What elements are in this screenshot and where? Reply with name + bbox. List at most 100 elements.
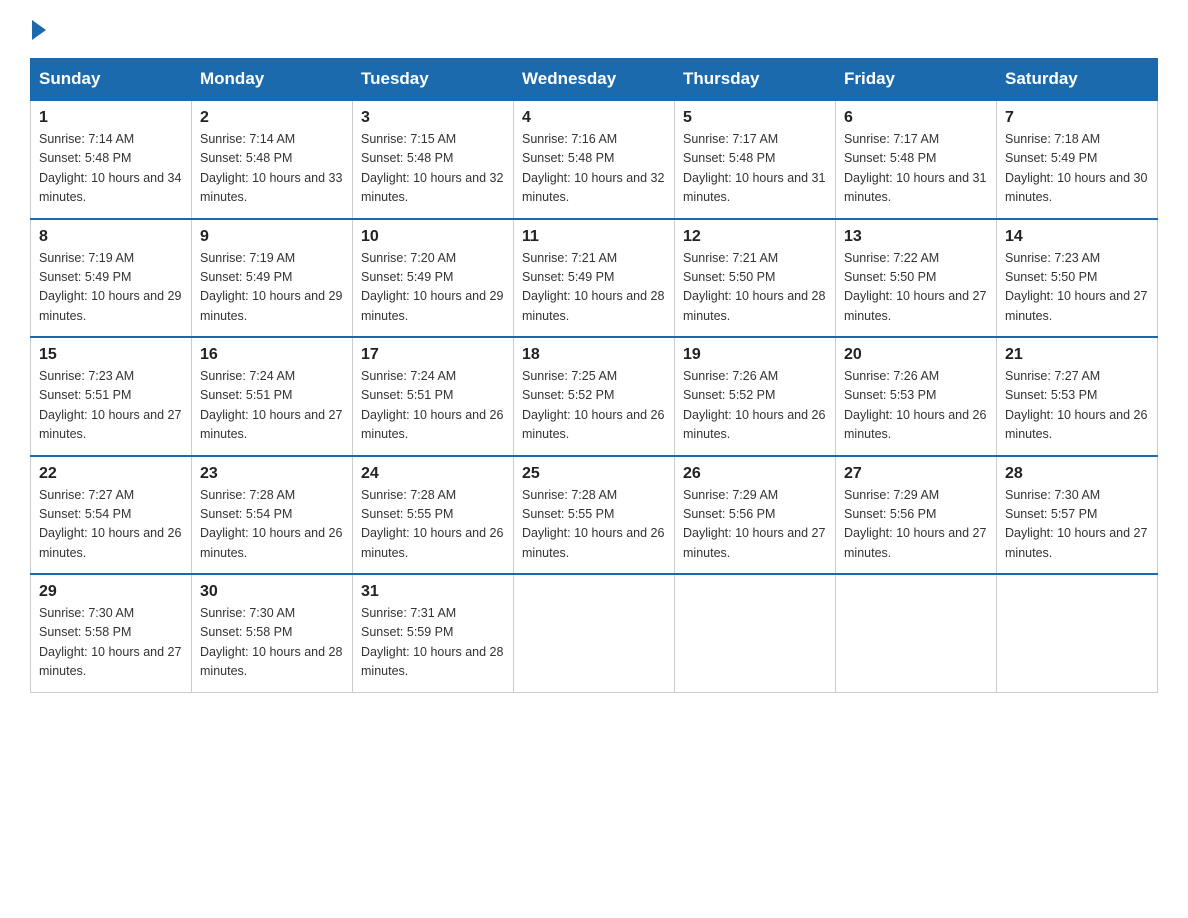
day-number: 11 (522, 228, 666, 246)
day-number: 31 (361, 583, 505, 601)
day-number: 19 (683, 346, 827, 364)
day-number: 25 (522, 465, 666, 483)
day-info: Sunrise: 7:14 AMSunset: 5:48 PMDaylight:… (39, 132, 181, 204)
day-info: Sunrise: 7:17 AMSunset: 5:48 PMDaylight:… (844, 132, 986, 204)
day-info: Sunrise: 7:19 AMSunset: 5:49 PMDaylight:… (39, 251, 181, 323)
day-info: Sunrise: 7:20 AMSunset: 5:49 PMDaylight:… (361, 251, 503, 323)
day-number: 4 (522, 109, 666, 127)
day-number: 23 (200, 465, 344, 483)
day-info: Sunrise: 7:26 AMSunset: 5:53 PMDaylight:… (844, 369, 986, 441)
calendar-cell: 5 Sunrise: 7:17 AMSunset: 5:48 PMDayligh… (675, 100, 836, 219)
day-info: Sunrise: 7:24 AMSunset: 5:51 PMDaylight:… (361, 369, 503, 441)
logo (30, 20, 48, 40)
day-number: 18 (522, 346, 666, 364)
calendar-cell: 13 Sunrise: 7:22 AMSunset: 5:50 PMDaylig… (836, 219, 997, 338)
day-info: Sunrise: 7:19 AMSunset: 5:49 PMDaylight:… (200, 251, 342, 323)
calendar-cell: 1 Sunrise: 7:14 AMSunset: 5:48 PMDayligh… (31, 100, 192, 219)
weekday-header-thursday: Thursday (675, 59, 836, 101)
day-info: Sunrise: 7:29 AMSunset: 5:56 PMDaylight:… (844, 488, 986, 560)
day-number: 14 (1005, 228, 1149, 246)
day-number: 29 (39, 583, 183, 601)
day-info: Sunrise: 7:28 AMSunset: 5:55 PMDaylight:… (522, 488, 664, 560)
calendar-cell: 30 Sunrise: 7:30 AMSunset: 5:58 PMDaylig… (192, 574, 353, 692)
calendar-cell: 23 Sunrise: 7:28 AMSunset: 5:54 PMDaylig… (192, 456, 353, 575)
calendar-cell (997, 574, 1158, 692)
calendar-cell: 3 Sunrise: 7:15 AMSunset: 5:48 PMDayligh… (353, 100, 514, 219)
calendar-cell (836, 574, 997, 692)
day-info: Sunrise: 7:15 AMSunset: 5:48 PMDaylight:… (361, 132, 503, 204)
calendar-cell: 2 Sunrise: 7:14 AMSunset: 5:48 PMDayligh… (192, 100, 353, 219)
day-number: 15 (39, 346, 183, 364)
calendar-cell: 26 Sunrise: 7:29 AMSunset: 5:56 PMDaylig… (675, 456, 836, 575)
day-number: 30 (200, 583, 344, 601)
calendar-cell: 4 Sunrise: 7:16 AMSunset: 5:48 PMDayligh… (514, 100, 675, 219)
calendar-cell: 21 Sunrise: 7:27 AMSunset: 5:53 PMDaylig… (997, 337, 1158, 456)
calendar-cell: 7 Sunrise: 7:18 AMSunset: 5:49 PMDayligh… (997, 100, 1158, 219)
calendar-week-row: 22 Sunrise: 7:27 AMSunset: 5:54 PMDaylig… (31, 456, 1158, 575)
calendar-cell: 29 Sunrise: 7:30 AMSunset: 5:58 PMDaylig… (31, 574, 192, 692)
calendar-cell: 24 Sunrise: 7:28 AMSunset: 5:55 PMDaylig… (353, 456, 514, 575)
day-number: 3 (361, 109, 505, 127)
calendar-table: SundayMondayTuesdayWednesdayThursdayFrid… (30, 58, 1158, 693)
calendar-cell: 25 Sunrise: 7:28 AMSunset: 5:55 PMDaylig… (514, 456, 675, 575)
logo-arrow-icon (32, 20, 46, 40)
calendar-cell: 16 Sunrise: 7:24 AMSunset: 5:51 PMDaylig… (192, 337, 353, 456)
calendar-week-row: 8 Sunrise: 7:19 AMSunset: 5:49 PMDayligh… (31, 219, 1158, 338)
day-info: Sunrise: 7:28 AMSunset: 5:54 PMDaylight:… (200, 488, 342, 560)
calendar-cell: 19 Sunrise: 7:26 AMSunset: 5:52 PMDaylig… (675, 337, 836, 456)
calendar-cell: 6 Sunrise: 7:17 AMSunset: 5:48 PMDayligh… (836, 100, 997, 219)
calendar-cell: 9 Sunrise: 7:19 AMSunset: 5:49 PMDayligh… (192, 219, 353, 338)
day-info: Sunrise: 7:25 AMSunset: 5:52 PMDaylight:… (522, 369, 664, 441)
calendar-cell: 27 Sunrise: 7:29 AMSunset: 5:56 PMDaylig… (836, 456, 997, 575)
day-info: Sunrise: 7:23 AMSunset: 5:50 PMDaylight:… (1005, 251, 1147, 323)
day-info: Sunrise: 7:29 AMSunset: 5:56 PMDaylight:… (683, 488, 825, 560)
day-number: 10 (361, 228, 505, 246)
day-number: 9 (200, 228, 344, 246)
calendar-week-row: 1 Sunrise: 7:14 AMSunset: 5:48 PMDayligh… (31, 100, 1158, 219)
day-info: Sunrise: 7:18 AMSunset: 5:49 PMDaylight:… (1005, 132, 1147, 204)
calendar-cell: 14 Sunrise: 7:23 AMSunset: 5:50 PMDaylig… (997, 219, 1158, 338)
day-number: 6 (844, 109, 988, 127)
page-header (30, 20, 1158, 40)
day-info: Sunrise: 7:28 AMSunset: 5:55 PMDaylight:… (361, 488, 503, 560)
calendar-cell: 11 Sunrise: 7:21 AMSunset: 5:49 PMDaylig… (514, 219, 675, 338)
day-number: 8 (39, 228, 183, 246)
day-number: 7 (1005, 109, 1149, 127)
day-info: Sunrise: 7:17 AMSunset: 5:48 PMDaylight:… (683, 132, 825, 204)
day-number: 28 (1005, 465, 1149, 483)
weekday-header-sunday: Sunday (31, 59, 192, 101)
calendar-cell: 31 Sunrise: 7:31 AMSunset: 5:59 PMDaylig… (353, 574, 514, 692)
weekday-header-tuesday: Tuesday (353, 59, 514, 101)
day-number: 20 (844, 346, 988, 364)
day-number: 27 (844, 465, 988, 483)
day-number: 12 (683, 228, 827, 246)
day-info: Sunrise: 7:14 AMSunset: 5:48 PMDaylight:… (200, 132, 342, 204)
day-number: 2 (200, 109, 344, 127)
calendar-cell (675, 574, 836, 692)
day-number: 1 (39, 109, 183, 127)
day-info: Sunrise: 7:27 AMSunset: 5:53 PMDaylight:… (1005, 369, 1147, 441)
day-info: Sunrise: 7:23 AMSunset: 5:51 PMDaylight:… (39, 369, 181, 441)
weekday-header-row: SundayMondayTuesdayWednesdayThursdayFrid… (31, 59, 1158, 101)
day-number: 13 (844, 228, 988, 246)
calendar-cell: 22 Sunrise: 7:27 AMSunset: 5:54 PMDaylig… (31, 456, 192, 575)
day-info: Sunrise: 7:27 AMSunset: 5:54 PMDaylight:… (39, 488, 181, 560)
day-number: 26 (683, 465, 827, 483)
day-number: 5 (683, 109, 827, 127)
weekday-header-wednesday: Wednesday (514, 59, 675, 101)
day-info: Sunrise: 7:16 AMSunset: 5:48 PMDaylight:… (522, 132, 664, 204)
calendar-cell (514, 574, 675, 692)
day-info: Sunrise: 7:30 AMSunset: 5:58 PMDaylight:… (200, 606, 342, 678)
calendar-cell: 8 Sunrise: 7:19 AMSunset: 5:49 PMDayligh… (31, 219, 192, 338)
calendar-cell: 28 Sunrise: 7:30 AMSunset: 5:57 PMDaylig… (997, 456, 1158, 575)
weekday-header-saturday: Saturday (997, 59, 1158, 101)
calendar-cell: 18 Sunrise: 7:25 AMSunset: 5:52 PMDaylig… (514, 337, 675, 456)
day-info: Sunrise: 7:26 AMSunset: 5:52 PMDaylight:… (683, 369, 825, 441)
day-number: 16 (200, 346, 344, 364)
day-info: Sunrise: 7:21 AMSunset: 5:49 PMDaylight:… (522, 251, 664, 323)
calendar-week-row: 15 Sunrise: 7:23 AMSunset: 5:51 PMDaylig… (31, 337, 1158, 456)
day-number: 24 (361, 465, 505, 483)
calendar-week-row: 29 Sunrise: 7:30 AMSunset: 5:58 PMDaylig… (31, 574, 1158, 692)
day-number: 17 (361, 346, 505, 364)
day-info: Sunrise: 7:30 AMSunset: 5:57 PMDaylight:… (1005, 488, 1147, 560)
